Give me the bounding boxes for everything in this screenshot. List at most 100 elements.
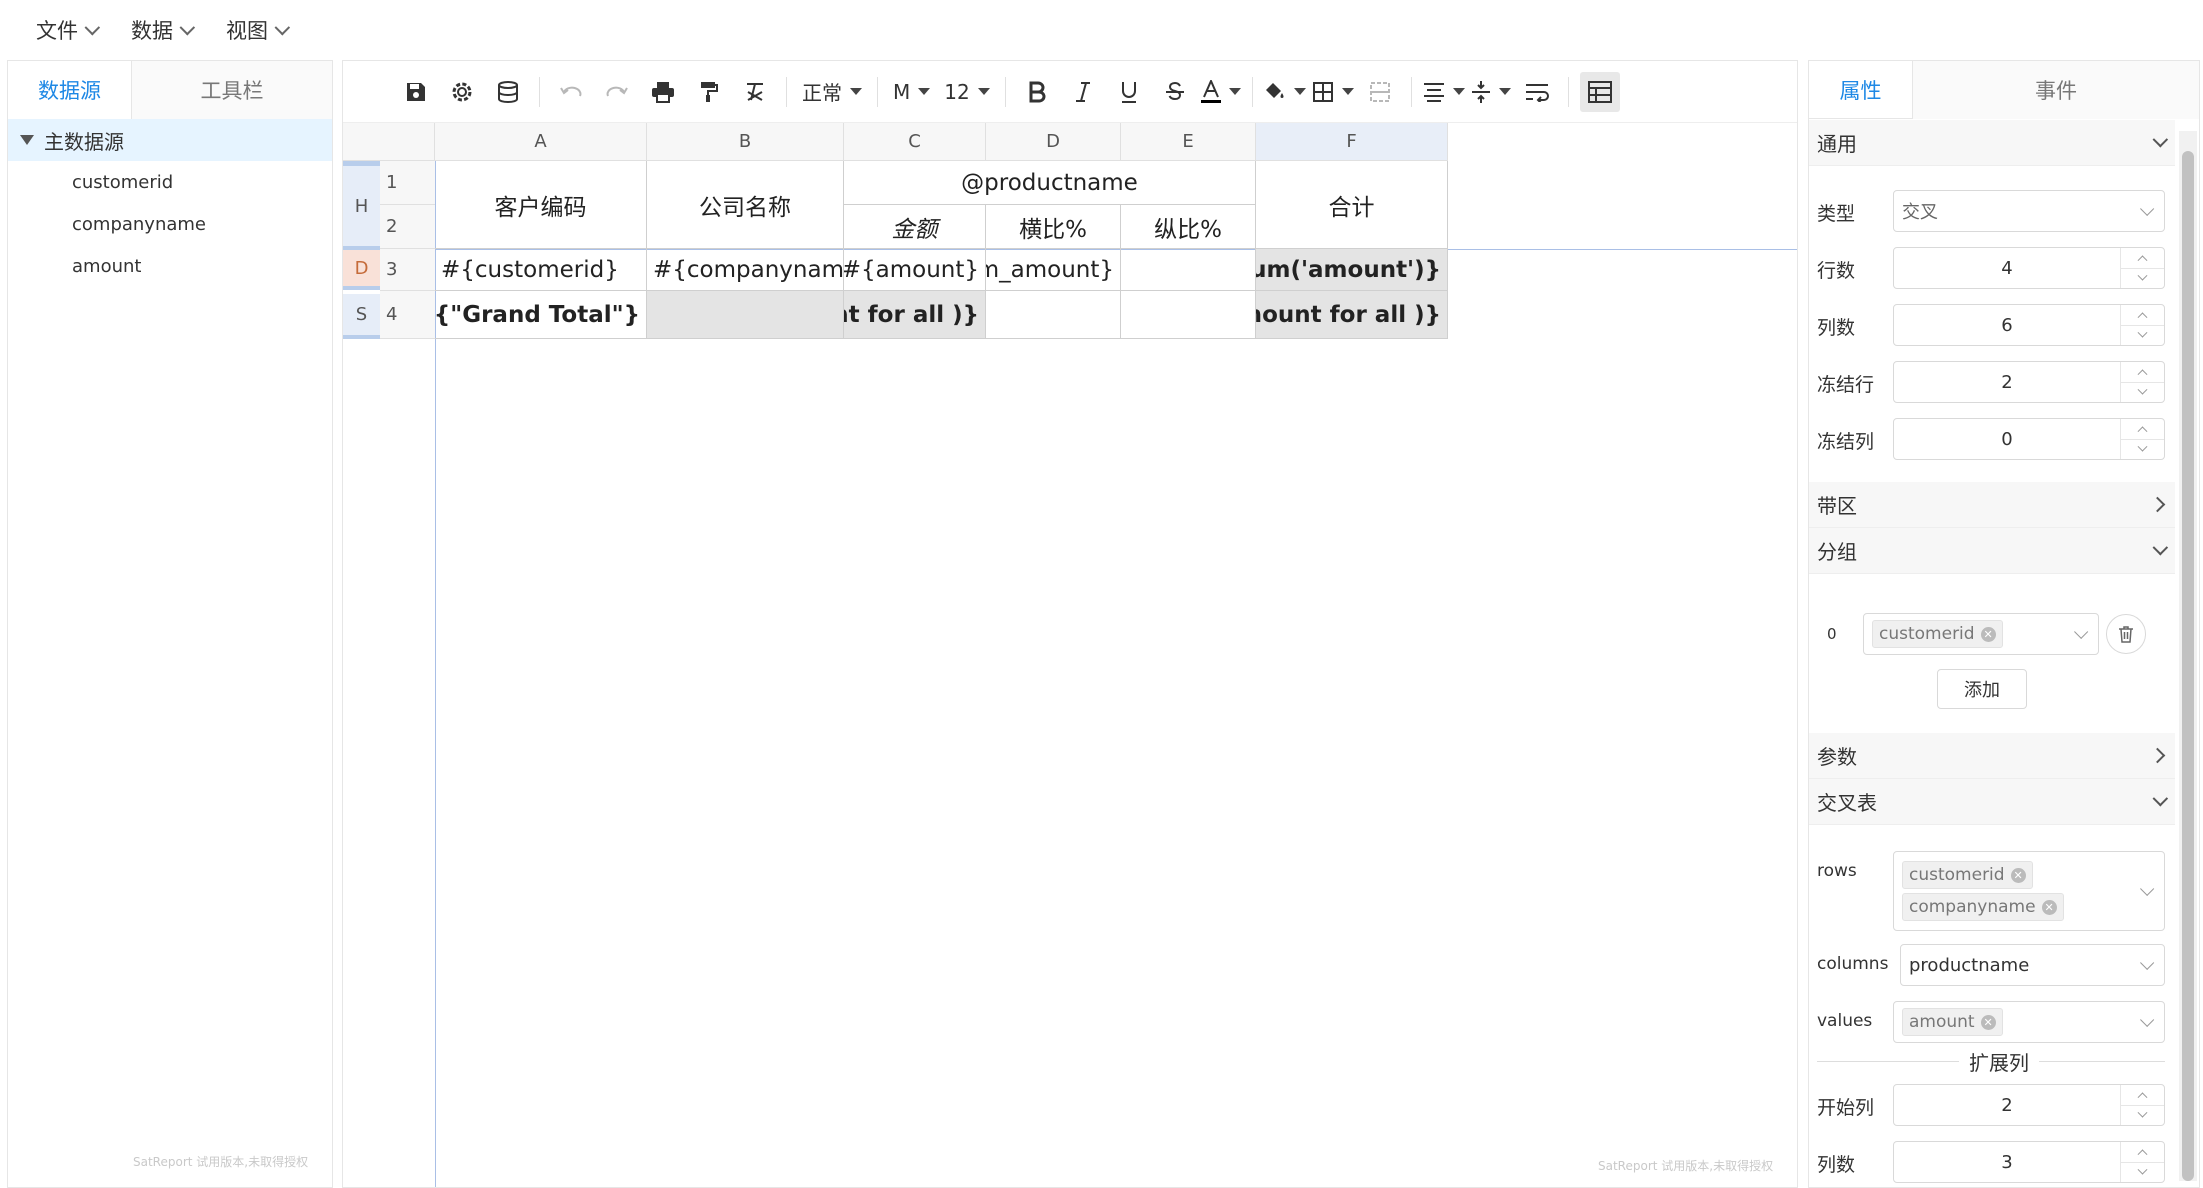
- border-button[interactable]: [1312, 72, 1354, 112]
- col-header-f[interactable]: F: [1256, 123, 1448, 161]
- cell-d2[interactable]: 横比%: [986, 205, 1121, 249]
- grid-lines-button[interactable]: [1579, 71, 1620, 112]
- fill-color-button[interactable]: [1264, 72, 1306, 112]
- col-count-input[interactable]: 3: [1893, 1141, 2165, 1183]
- cell-d4[interactable]: [986, 291, 1121, 339]
- step-down[interactable]: [2121, 440, 2164, 460]
- section-params[interactable]: 参数: [1809, 733, 2175, 779]
- close-icon[interactable]: ✕: [1980, 626, 1996, 642]
- crosstab-rows-select[interactable]: customerid ✕ companyname ✕: [1893, 851, 2165, 931]
- close-icon[interactable]: ✕: [2041, 899, 2057, 915]
- font-family-dropdown[interactable]: M: [889, 72, 934, 112]
- font-color-button[interactable]: [1200, 72, 1241, 112]
- tab-toolbox[interactable]: 工具栏: [132, 61, 332, 119]
- delete-group-button[interactable]: [2106, 614, 2146, 654]
- undo-button[interactable]: [551, 72, 591, 112]
- section-band[interactable]: 带区: [1809, 482, 2175, 528]
- row-header-4[interactable]: 4: [380, 291, 435, 339]
- strikethrough-button[interactable]: [1155, 72, 1195, 112]
- band-header[interactable]: H: [343, 166, 380, 246]
- grid-corner[interactable]: [343, 123, 435, 161]
- step-down[interactable]: [2121, 383, 2164, 403]
- database-button[interactable]: [488, 72, 528, 112]
- step-down[interactable]: [2121, 326, 2164, 346]
- start-col-stepper[interactable]: [2120, 1085, 2164, 1125]
- menu-data[interactable]: 数据: [131, 15, 196, 45]
- tab-properties[interactable]: 属性: [1809, 61, 1913, 119]
- step-up[interactable]: [2121, 305, 2164, 326]
- cell-b4[interactable]: [647, 291, 844, 339]
- print-button[interactable]: [643, 72, 683, 112]
- clear-format-button[interactable]: [735, 72, 775, 112]
- cell-c4[interactable]: unt for all )}: [844, 291, 986, 339]
- step-down[interactable]: [2121, 269, 2164, 289]
- cell-d3[interactable]: ım_amount}: [986, 249, 1121, 291]
- cell-b3[interactable]: #{companyname}: [647, 249, 844, 291]
- step-up[interactable]: [2121, 248, 2164, 269]
- start-col-input[interactable]: 2: [1893, 1084, 2165, 1126]
- col-header-b[interactable]: B: [647, 123, 844, 161]
- step-up[interactable]: [2121, 1142, 2164, 1163]
- redo-button[interactable]: [597, 72, 637, 112]
- menu-view[interactable]: 视图: [226, 15, 291, 45]
- row-header-3[interactable]: 3: [380, 249, 435, 291]
- freeze-rows-input[interactable]: 2: [1893, 361, 2165, 403]
- close-icon[interactable]: ✕: [1980, 1014, 1996, 1030]
- rows-stepper[interactable]: [2120, 248, 2164, 288]
- tree-root-main-datasource[interactable]: 主数据源: [8, 119, 332, 161]
- rows-input[interactable]: 4: [1893, 247, 2165, 289]
- cell-c1-e1[interactable]: @productname: [844, 161, 1256, 205]
- format-painter-button[interactable]: [689, 72, 729, 112]
- cell-e3[interactable]: [1121, 249, 1256, 291]
- step-down[interactable]: [2121, 1163, 2164, 1183]
- field-item-companyname[interactable]: companyname: [8, 203, 332, 245]
- cell-e4[interactable]: [1121, 291, 1256, 339]
- cell-c3[interactable]: #{amount}: [844, 249, 986, 291]
- cell-c2[interactable]: 金额: [844, 205, 986, 249]
- cell-a4[interactable]: #{"Grand Total"}: [435, 291, 647, 339]
- section-general[interactable]: 通用: [1809, 120, 2175, 166]
- freeze-cols-stepper[interactable]: [2120, 419, 2164, 459]
- type-select[interactable]: 交叉: [1893, 190, 2165, 232]
- italic-button[interactable]: [1063, 72, 1103, 112]
- merge-cells-button[interactable]: [1360, 72, 1400, 112]
- text-wrap-button[interactable]: [1517, 72, 1557, 112]
- freeze-rows-stepper[interactable]: [2120, 362, 2164, 402]
- field-item-customerid[interactable]: customerid: [8, 161, 332, 203]
- font-size-dropdown[interactable]: 12: [940, 72, 993, 112]
- properties-scrollbar[interactable]: [2179, 131, 2197, 1181]
- cell-a1-a2[interactable]: 客户编码: [435, 161, 647, 249]
- spreadsheet-grid[interactable]: A B C D E F H D S 1 2 3 4 客户编码 公司名称 @pro…: [343, 123, 1797, 1187]
- step-up[interactable]: [2121, 419, 2164, 440]
- cell-b1-b2[interactable]: 公司名称: [647, 161, 844, 249]
- cell-a3[interactable]: #{customerid}: [435, 249, 647, 291]
- crosstab-columns-select[interactable]: productname: [1900, 944, 2165, 986]
- tab-events[interactable]: 事件: [1913, 61, 2199, 119]
- bold-button[interactable]: [1017, 72, 1057, 112]
- group-field-select[interactable]: customerid ✕: [1863, 613, 2099, 655]
- band-summary[interactable]: S: [343, 294, 380, 335]
- step-up[interactable]: [2121, 362, 2164, 383]
- section-crosstab[interactable]: 交叉表: [1809, 779, 2175, 825]
- step-down[interactable]: [2121, 1106, 2164, 1126]
- cell-e2[interactable]: 纵比%: [1121, 205, 1256, 249]
- col-count-stepper[interactable]: [2120, 1142, 2164, 1182]
- section-group[interactable]: 分组: [1809, 528, 2175, 574]
- underline-button[interactable]: [1109, 72, 1149, 112]
- cols-input[interactable]: 6: [1893, 304, 2165, 346]
- add-group-button[interactable]: 添加: [1937, 669, 2027, 709]
- col-header-a[interactable]: A: [435, 123, 647, 161]
- close-icon[interactable]: ✕: [2010, 867, 2026, 883]
- align-vertical-button[interactable]: [1471, 72, 1511, 112]
- band-detail[interactable]: D: [343, 250, 380, 286]
- settings-button[interactable]: [442, 72, 482, 112]
- row-header-1[interactable]: 1: [380, 161, 435, 205]
- menu-file[interactable]: 文件: [36, 15, 101, 45]
- col-header-d[interactable]: D: [986, 123, 1121, 161]
- field-item-amount[interactable]: amount: [8, 245, 332, 287]
- scrollbar-thumb[interactable]: [2182, 151, 2194, 1181]
- cols-stepper[interactable]: [2120, 305, 2164, 345]
- col-header-c[interactable]: C: [844, 123, 986, 161]
- step-up[interactable]: [2121, 1085, 2164, 1106]
- align-horizontal-button[interactable]: [1423, 72, 1465, 112]
